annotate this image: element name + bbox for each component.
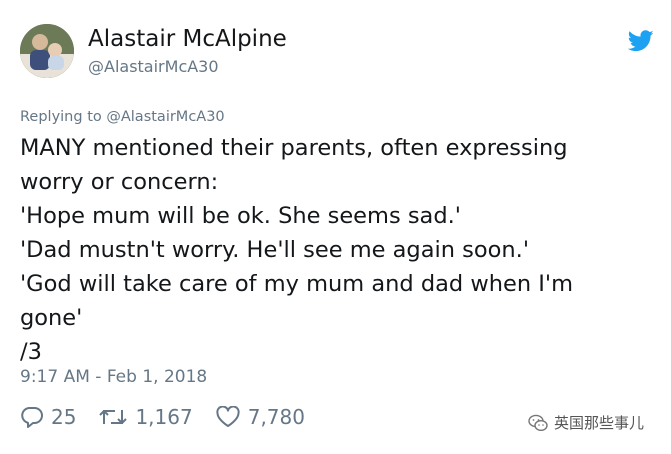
tweet-line: 'God will take care of my mum and dad wh… (20, 271, 573, 297)
tweet-line: /3 (20, 339, 42, 365)
tweet-line: worry or concern: (20, 169, 219, 195)
watermark: 英国那些事儿 (528, 412, 644, 433)
retweet-icon (99, 410, 128, 424)
replying-to-handle[interactable]: @AlastairMcA30 (106, 109, 224, 125)
replying-to-prefix: Replying to (20, 109, 102, 125)
like-button[interactable]: 7,780 (215, 405, 305, 429)
replying-to-line: Replying to @AlastairMcA30 (20, 109, 225, 125)
reply-button[interactable]: 25 (20, 405, 76, 429)
wechat-icon (528, 414, 548, 431)
avatar[interactable] (20, 24, 74, 78)
retweet-count: 1,167 (135, 405, 193, 429)
author-display-name[interactable]: Alastair McAlpine (88, 26, 287, 52)
retweet-button[interactable]: 1,167 (98, 405, 193, 429)
heart-icon (216, 406, 240, 427)
tweet-line: gone' (20, 305, 83, 331)
author-handle[interactable]: @AlastairMcA30 (88, 57, 219, 76)
reply-count: 25 (51, 405, 77, 429)
like-count: 7,780 (247, 405, 305, 429)
tweet-line: MANY mentioned their parents, often expr… (20, 135, 568, 161)
tweet-text: MANY mentioned their parents, often expr… (20, 131, 660, 369)
twitter-bird-icon[interactable] (627, 30, 654, 52)
tweet-timestamp[interactable]: 9:17 AM - Feb 1, 2018 (20, 367, 207, 387)
tweet-actions: 25 1,167 7,780 (20, 402, 327, 432)
reply-bubble-icon (21, 407, 43, 428)
tweet-line: 'Dad mustn't worry. He'll see me again s… (20, 237, 530, 263)
watermark-text: 英国那些事儿 (554, 414, 645, 432)
tweet-line: 'Hope mum will be ok. She seems sad.' (20, 203, 461, 229)
